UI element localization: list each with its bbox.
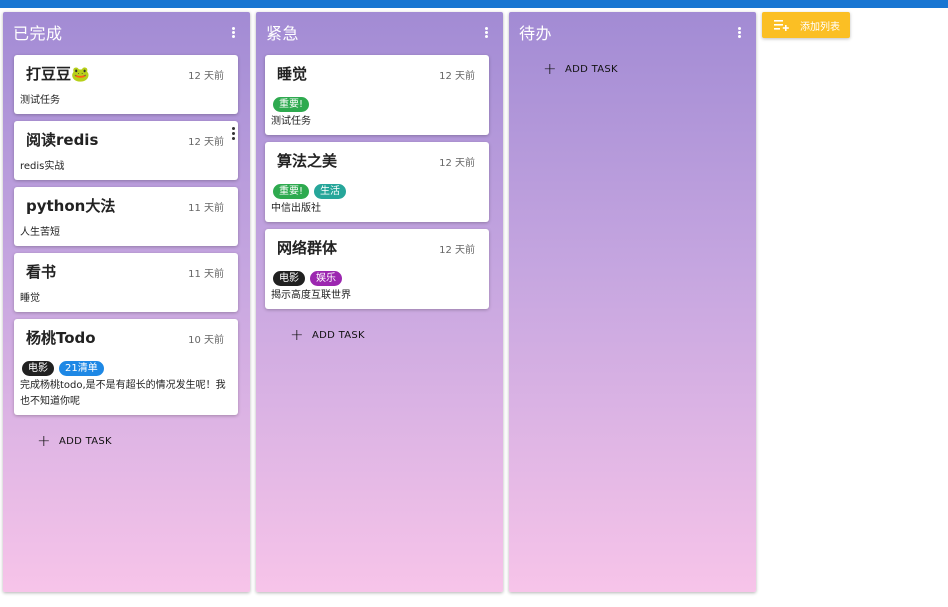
add-task-label: ADD TASK	[59, 435, 112, 447]
card-description: 中信出版社	[271, 203, 321, 214]
column-title: 已完成	[13, 24, 63, 43]
column-header: 紧急	[256, 12, 503, 52]
task-card[interactable]: 杨桃Todo 10 天前 电影 21清单 完成杨桃todo,是不是有超长的情况发…	[14, 319, 238, 415]
card-title: 网络群体	[277, 239, 338, 257]
add-task-label: ADD TASK	[565, 63, 618, 75]
card-timestamp: 12 天前	[439, 158, 475, 169]
task-card[interactable]: 睡觉 12 天前 重要! 测试任务	[265, 55, 489, 135]
column-menu-icon[interactable]	[480, 26, 493, 38]
card-title: 算法之美	[277, 152, 338, 170]
column-menu-icon[interactable]	[733, 26, 746, 38]
tag-badge: 电影	[22, 361, 54, 376]
card-description: 揭示高度互联世界	[271, 290, 351, 301]
tag-list: 重要!	[273, 97, 310, 112]
card-title: 阅读redis	[26, 131, 99, 149]
card-timestamp: 11 天前	[188, 269, 224, 280]
card-description: 测试任务	[271, 116, 311, 127]
card-timestamp: 12 天前	[188, 71, 224, 82]
card-description: 测试任务	[20, 95, 60, 106]
tag-badge: 生活	[314, 184, 347, 199]
task-card[interactable]: 看书 11 天前 睡觉	[14, 253, 238, 312]
add-task-button[interactable]: + ADD TASK	[537, 59, 624, 79]
card-description: redis实战	[20, 161, 65, 172]
card-timestamp: 12 天前	[439, 71, 475, 82]
add-list-button[interactable]: 添加列表	[762, 12, 850, 38]
plus-icon: +	[290, 325, 304, 344]
add-task-label: ADD TASK	[312, 329, 365, 341]
tag-badge: 电影	[273, 271, 305, 286]
tag-list: 电影 娱乐	[273, 271, 342, 286]
column-todo: 待办 + ADD TASK	[509, 12, 756, 592]
card-title: 睡觉	[277, 65, 308, 83]
card-description: 人生苦短	[20, 227, 60, 238]
column-title: 待办	[519, 24, 553, 43]
task-card[interactable]: 阅读redis 12 天前 redis实战	[14, 121, 238, 180]
tag-list: 电影 21清单	[22, 361, 104, 376]
tag-badge: 娱乐	[310, 271, 342, 286]
add-task-button[interactable]: + ADD TASK	[284, 325, 371, 345]
card-menu-icon[interactable]	[232, 127, 235, 140]
column-completed: 已完成 打豆豆🐸 12 天前 测试任务 阅读redis 12 天前 redis实…	[3, 12, 250, 592]
column-header: 待办	[509, 12, 756, 52]
plus-icon: +	[37, 431, 51, 450]
tag-badge: 重要!	[273, 97, 310, 112]
card-description: 完成杨桃todo,是不是有超长的情况发生呢！我也不知道你呢	[20, 380, 226, 407]
tag-badge: 21清单	[59, 361, 104, 376]
task-card[interactable]: python大法 11 天前 人生苦短	[14, 187, 238, 246]
column-header: 已完成	[3, 12, 250, 52]
column-title: 紧急	[266, 24, 300, 43]
card-title: 打豆豆🐸	[26, 65, 90, 83]
card-timestamp: 12 天前	[188, 137, 224, 148]
card-timestamp: 10 天前	[188, 335, 224, 346]
task-card[interactable]: 算法之美 12 天前 重要! 生活 中信出版社	[265, 142, 489, 222]
task-card[interactable]: 网络群体 12 天前 电影 娱乐 揭示高度互联世界	[265, 229, 489, 309]
tag-badge: 重要!	[273, 184, 310, 199]
task-card[interactable]: 打豆豆🐸 12 天前 测试任务	[14, 55, 238, 114]
plus-icon: +	[543, 59, 557, 78]
card-timestamp: 11 天前	[188, 203, 224, 214]
card-title: 杨桃Todo	[26, 329, 96, 347]
card-title: 看书	[26, 263, 57, 281]
tag-list: 重要! 生活	[273, 184, 347, 199]
add-list-label: 添加列表	[800, 21, 840, 33]
add-task-button[interactable]: + ADD TASK	[31, 431, 118, 451]
card-timestamp: 12 天前	[439, 245, 475, 256]
top-app-bar	[0, 0, 948, 8]
column-menu-icon[interactable]	[227, 26, 240, 38]
card-description: 睡觉	[20, 293, 40, 304]
card-title: python大法	[26, 197, 116, 215]
playlist-add-icon	[774, 20, 789, 31]
column-urgent: 紧急 睡觉 12 天前 重要! 测试任务 算法之美 12 天前 重要! 生活 中…	[256, 12, 503, 592]
